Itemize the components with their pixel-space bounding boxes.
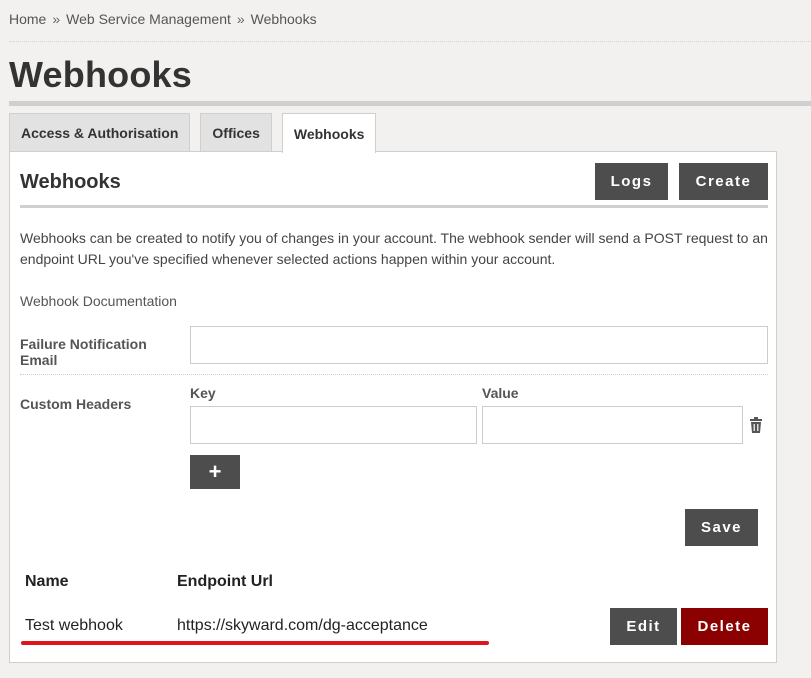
custom-headers-label: Custom Headers [20,396,132,412]
page-title: Webhooks [9,54,192,95]
form-divider [20,374,768,375]
header-value-label: Value [482,385,519,401]
add-header-button[interactable]: + [190,455,240,489]
webhooks-panel: Webhooks Logs Create Webhooks can be cre… [9,151,777,663]
logs-button[interactable]: Logs [595,163,668,200]
webhook-name-cell: Test webhook [25,617,123,634]
panel-title-divider [20,205,768,208]
header-key-label: Key [190,385,216,401]
trash-icon[interactable] [749,417,763,433]
table-header-name: Name [25,573,69,590]
failure-email-field[interactable] [190,326,768,364]
save-button[interactable]: Save [685,509,758,546]
webhooks-description: Webhooks can be created to notify you of… [20,230,768,267]
delete-button[interactable]: Delete [681,608,768,645]
failure-email-label: Failure Notification Email [20,336,147,368]
page: Home » Web Service Management » Webhooks Web… [0,0,811,678]
breadcrumb-divider [9,41,811,42]
webhook-documentation-link[interactable]: Webhook Documentation [20,293,177,309]
webhook-url-cell: https://skyward.com/dg-acceptance [177,617,428,634]
breadcrumb-separator: » [236,11,245,27]
title-divider [9,101,811,106]
edit-button[interactable]: Edit [610,608,677,645]
table-header-endpoint-url: Endpoint Url [177,573,273,590]
breadcrumb-current: Webhooks [250,11,317,27]
tab-access-authorisation[interactable]: Access & Authorisation [9,113,191,151]
tab-webhooks[interactable]: Webhooks [281,113,377,153]
tab-bar: Access & Authorisation Offices Webhooks [9,113,377,153]
breadcrumb: Home » Web Service Management » Webhooks [9,11,317,27]
create-button[interactable]: Create [679,163,768,200]
breadcrumb-home[interactable]: Home [9,11,46,27]
breadcrumb-web-service-management[interactable]: Web Service Management [66,11,231,27]
annotation-underline [21,641,489,645]
breadcrumb-separator: » [52,11,61,27]
tab-offices[interactable]: Offices [200,113,272,151]
header-value-field[interactable] [482,406,743,444]
header-key-field[interactable] [190,406,477,444]
panel-title: Webhooks [20,171,121,193]
